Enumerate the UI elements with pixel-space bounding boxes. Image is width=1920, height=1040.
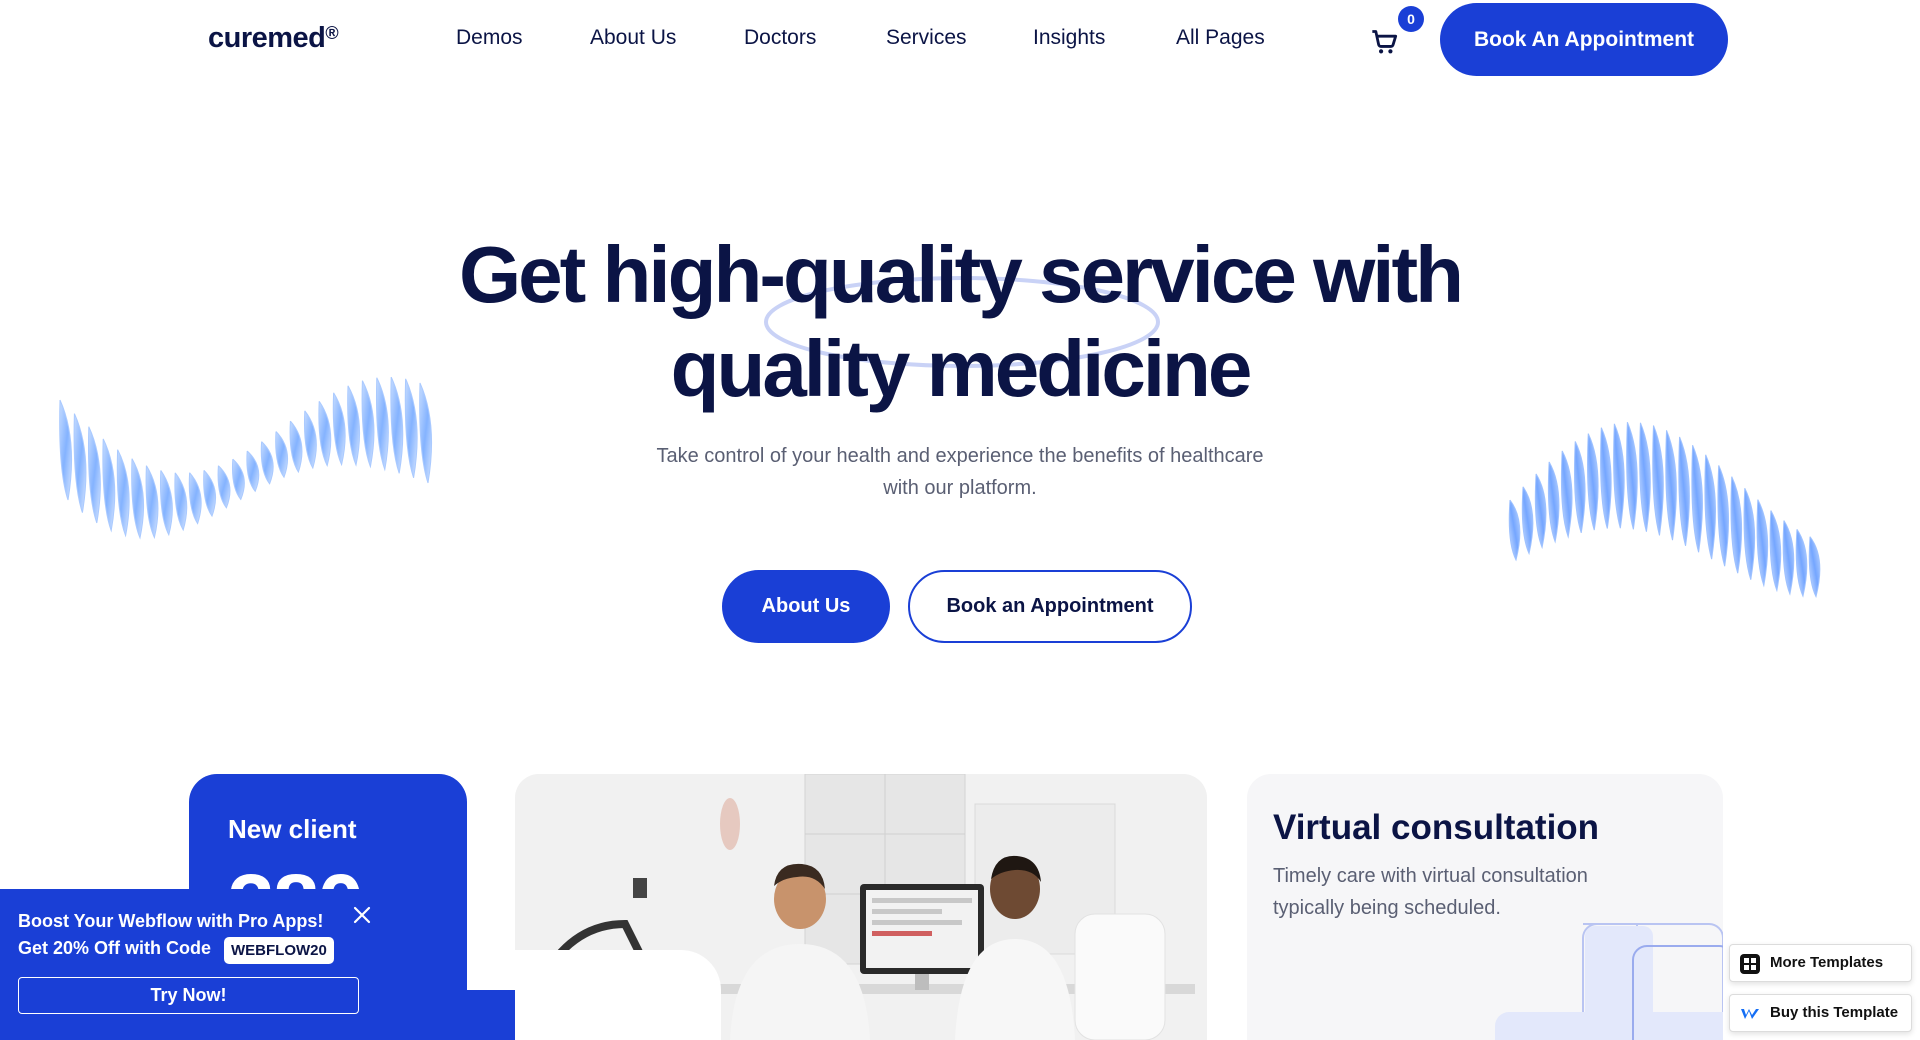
book-appointment-button[interactable]: Book an Appointment — [908, 570, 1192, 643]
nav-item-insights[interactable]: Insights — [1033, 26, 1105, 50]
cart-icon — [1372, 30, 1398, 54]
nav-item-demos[interactable]: Demos — [456, 26, 523, 50]
nav-item-all-pages[interactable]: All Pages — [1176, 26, 1265, 50]
promo-offer-text: Get 20% Off with Code — [18, 938, 212, 958]
logo-mark: ® — [325, 23, 339, 43]
nav-item-doctors[interactable]: Doctors — [744, 26, 816, 50]
cart-button[interactable]: 0 — [1370, 6, 1424, 58]
webflow-logo-icon — [1741, 1009, 1759, 1019]
templates-grid-icon — [1740, 954, 1760, 974]
hero-subtitle: Take control of your health and experien… — [656, 445, 1264, 499]
try-now-button[interactable]: Try Now! — [18, 977, 359, 1014]
promo-headline: Boost Your Webflow with Pro Apps! — [18, 911, 324, 931]
cart-count-badge: 0 — [1398, 6, 1424, 32]
logo[interactable]: curemed® — [208, 22, 339, 55]
hero-title-line-1: Get high-quality service with — [458, 230, 1464, 319]
hero-title: Get high-quality service with quality me… — [360, 228, 1560, 416]
promo-code-badge: WEBFLOW20 — [224, 937, 334, 964]
logo-text: curemed — [208, 22, 326, 54]
book-appointment-header-button[interactable]: Book An Appointment — [1440, 3, 1728, 76]
nav-item-about-us[interactable]: About Us — [590, 26, 676, 50]
close-icon — [353, 906, 371, 924]
virtual-consultation-title: Virtual consultation — [1273, 808, 1600, 847]
nav-item-services[interactable]: Services — [886, 26, 967, 50]
about-us-button[interactable]: About Us — [722, 570, 890, 643]
site-header: curemed® Demos About Us Doctors Services… — [0, 0, 1920, 80]
buy-template-button[interactable]: Buy this Template — [1729, 994, 1912, 1032]
promo-popup: Boost Your Webflow with Pro Apps! Get 20… — [0, 889, 378, 1040]
new-client-label: New client — [228, 814, 357, 844]
hero-title-line-2: quality medicine — [670, 324, 1253, 413]
more-templates-button[interactable]: More Templates — [1729, 944, 1912, 982]
promo-close-button[interactable] — [352, 905, 372, 925]
virtual-consultation-description: Timely care with virtual consultation ty… — [1273, 865, 1588, 919]
photo-corner-cutout — [515, 950, 721, 1040]
